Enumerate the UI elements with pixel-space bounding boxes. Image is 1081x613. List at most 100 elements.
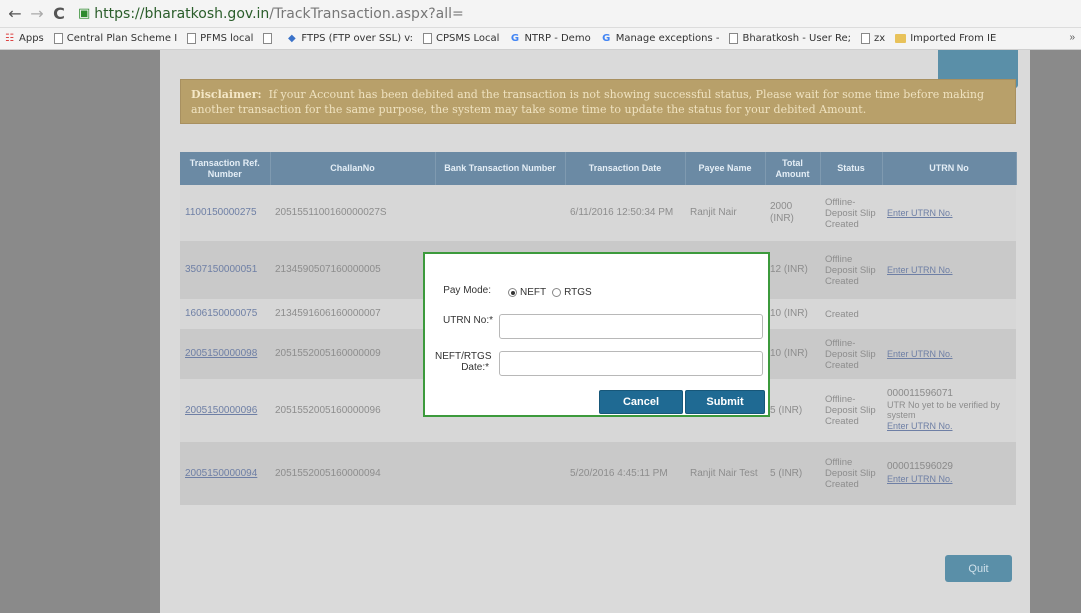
neft-rtgs-date-input[interactable] (499, 351, 763, 376)
transaction-date: 6/11/2016 12:50:34 PM (565, 185, 685, 241)
total-amount: 10 (INR) (765, 299, 820, 329)
utrn-number: 000011596029 (887, 461, 953, 472)
transaction-ref-text[interactable]: 2005150000094 (185, 468, 257, 479)
bookmark-item[interactable]: Bharatkosh - User Re; (729, 33, 851, 44)
table-row: 1100150000275 2051551100160000027S 6/11/20… (180, 185, 1016, 241)
bookmark-label: PFMS local (200, 33, 254, 44)
payee-name: Ranjit Nair Test (685, 442, 765, 505)
submit-button[interactable]: Submit (685, 390, 765, 414)
utrn-cell (882, 299, 1016, 329)
reload-icon[interactable]: C (50, 4, 68, 23)
utrn-number: 000011596071 (887, 388, 953, 399)
status-text: Offline-Deposit Slip Created (820, 185, 882, 241)
bookmarks-overflow-icon[interactable]: » (1069, 32, 1075, 43)
quit-button[interactable]: Quit (945, 555, 1012, 582)
bookmark-item[interactable]: G NTRP - Demo (509, 32, 591, 45)
lock-icon: ▣ (78, 6, 91, 21)
enter-utrn-link[interactable]: Enter UTRN No. (887, 208, 953, 218)
neft-radio-label[interactable]: NEFT (520, 287, 546, 298)
bookmark-item[interactable]: ◆ FTPS (FTP over SSL) v: (286, 33, 413, 45)
column-header: Transaction Date (565, 152, 686, 185)
bookmark-label: Imported From IE (910, 33, 997, 44)
bookmark-item[interactable] (263, 33, 276, 44)
pay-mode-radio-group: NEFT RTGS (508, 287, 598, 298)
bookmark-label: FTPS (FTP over SSL) v: (301, 33, 414, 44)
bookmark-item[interactable]: CPSMS Local (423, 33, 499, 44)
status-text: Offline Deposit Slip Created (820, 241, 882, 299)
enter-utrn-link[interactable]: Enter UTRN No. (887, 421, 953, 431)
browser-toolbar: ← → C ▣ https://bharatkosh.gov.in/TrackT… (0, 0, 1081, 28)
bank-transaction-number (435, 185, 565, 241)
disclaimer-label: Disclaimer: (191, 88, 262, 101)
utrn-cell: 000011596071 UTR No yet to be verified by… (882, 379, 1016, 442)
transaction-ref-text[interactable]: 2005150000096 (185, 405, 257, 416)
column-header: Total Amount (765, 152, 821, 185)
total-amount: 5 (INR) (765, 379, 820, 442)
bookmark-label: Bharatkosh - User Re; (742, 33, 852, 44)
total-amount: 2000 (INR) (765, 185, 820, 241)
transaction-ref-link[interactable]: 2005150000098 (180, 329, 270, 379)
date-label-line1: NEFT/RTGS (435, 351, 492, 362)
rtgs-radio-label[interactable]: RTGS (564, 287, 592, 298)
transaction-ref-link[interactable]: 2005150000096 (180, 379, 270, 442)
bookmark-item[interactable]: ☷ Apps (4, 33, 44, 45)
bookmark-label: Central Plan Scheme I (66, 33, 178, 44)
utrn-cell: Enter UTRN No. (882, 241, 1016, 299)
enter-utrn-link[interactable]: Enter UTRN No. (887, 474, 953, 484)
transaction-ref-link[interactable]: 1100150000275 (180, 185, 270, 241)
column-header: Status (820, 152, 883, 185)
bookmark-item[interactable]: PFMS local (187, 33, 253, 44)
apps-icon: ☷ (5, 32, 14, 44)
bookmark-item[interactable]: G Manage exceptions - (601, 32, 719, 45)
neft-radio[interactable] (508, 288, 517, 297)
bookmark-item[interactable]: Imported From IE (895, 33, 996, 44)
g-icon: G (602, 32, 611, 44)
payee-name: Ranjit Nair (685, 185, 765, 241)
column-header: Transaction Ref. Number (180, 152, 271, 185)
bookmark-label: CPSMS Local (436, 33, 500, 44)
utrn-entry-dialog: Pay Mode: NEFT RTGS UTRN No:* NEFT/RTGS … (423, 252, 770, 417)
total-amount: 10 (INR) (765, 329, 820, 379)
column-header: Bank Transaction Number (435, 152, 566, 185)
transaction-ref-text[interactable]: 2005150000098 (185, 348, 257, 359)
rtgs-radio[interactable] (552, 288, 562, 297)
bookmarks-bar: ☷ Apps Central Plan Scheme I PFMS local ◆ FTP… (0, 28, 1081, 50)
challan-number: 2051552005160000094 (270, 442, 435, 505)
enter-utrn-link[interactable]: Enter UTRN No. (887, 349, 953, 359)
enter-utrn-link[interactable]: Enter UTRN No. (887, 265, 953, 275)
diamond-icon: ◆ (288, 32, 296, 44)
url-host: https://bharatkosh.gov.in (94, 5, 270, 22)
status-text: Offline Deposit Slip Created (820, 442, 882, 505)
date-label-line2: Date:* (461, 362, 489, 373)
disclaimer-box: Disclaimer: If your Account has been deb… (180, 79, 1016, 124)
challan-number: 2051552005160000096 (270, 379, 435, 442)
cancel-button[interactable]: Cancel (599, 390, 683, 414)
bookmark-item[interactable]: Central Plan Scheme I (53, 33, 178, 44)
url-path: /TrackTransaction.aspx?all= (269, 5, 464, 22)
column-header: UTRN No (882, 152, 1017, 185)
bank-transaction-number (435, 442, 565, 505)
back-icon[interactable]: ← (6, 4, 24, 23)
page-icon (729, 33, 739, 44)
utrn-input[interactable] (499, 314, 763, 339)
bookmark-item[interactable]: zx (861, 33, 885, 44)
address-bar[interactable]: ▣ https://bharatkosh.gov.in/TrackTransac… (78, 4, 464, 24)
bookmark-label: Apps (19, 33, 44, 44)
page-icon (53, 33, 63, 44)
utrn-cell: 000011596029 Enter UTRN No. (882, 442, 1016, 505)
total-amount: 5 (INR) (765, 442, 820, 505)
g-icon: G (510, 32, 520, 44)
page-icon (861, 33, 871, 44)
utrn-cell: Enter UTRN No. (882, 185, 1016, 241)
pay-mode-label: Pay Mode: (443, 285, 491, 296)
transaction-ref-link[interactable]: 1606150000075 (180, 299, 270, 329)
folder-icon (895, 34, 907, 43)
transaction-ref-link[interactable]: 2005150000094 (180, 442, 270, 505)
table-header-row: Transaction Ref. Number ChallanNo Bank Tra… (180, 152, 1017, 185)
transaction-date: 5/20/2016 4:45:11 PM (565, 442, 685, 505)
table-row: 2005150000094 2051552005160000094 5/20/201… (180, 442, 1016, 505)
transaction-ref-link[interactable]: 3507150000051 (180, 241, 270, 299)
utrn-note: UTR No yet to be verified by system (887, 400, 1001, 420)
challan-number: 2134590507160000005 (270, 241, 435, 299)
forward-icon[interactable]: → (28, 4, 46, 23)
